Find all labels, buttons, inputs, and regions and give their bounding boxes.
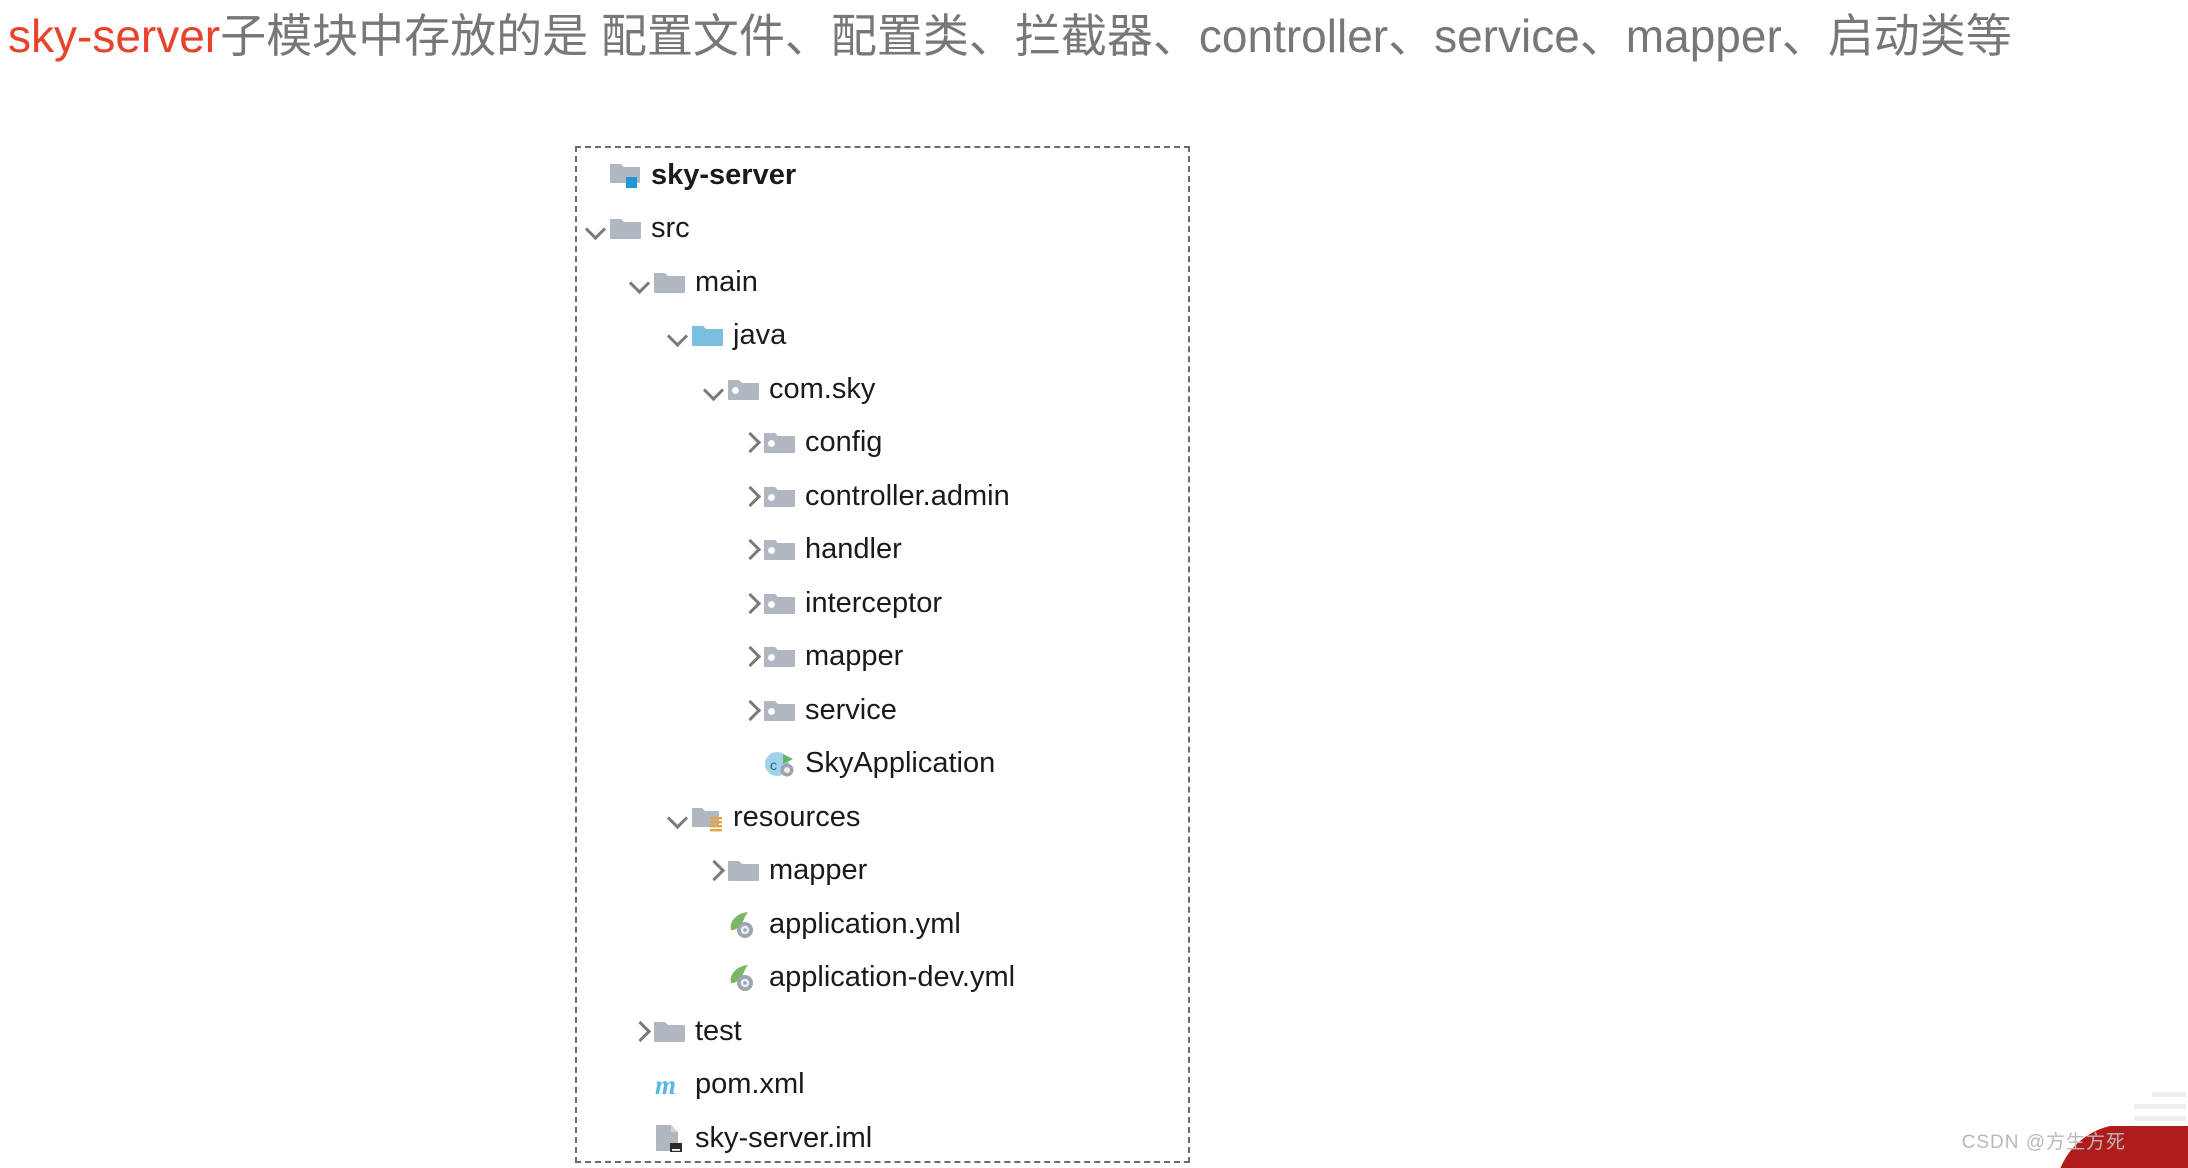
package-icon bbox=[763, 481, 797, 511]
tree-row-label: handler bbox=[805, 533, 902, 566]
no-chevron-spacer bbox=[737, 750, 763, 776]
page-title-highlight: sky-server bbox=[8, 10, 221, 62]
tree-row[interactable]: c SkyApplication bbox=[577, 737, 1188, 791]
tree-row-label: test bbox=[695, 1014, 742, 1047]
resources-folder-icon bbox=[691, 802, 725, 832]
tree-row-label: controller.admin bbox=[805, 479, 1010, 512]
tree-row[interactable]: m pom.xml bbox=[577, 1058, 1188, 1112]
no-chevron-spacer bbox=[701, 911, 727, 937]
page-title-rest: 子模块中存放的是 配置文件、配置类、拦截器、controller、service… bbox=[220, 10, 2012, 62]
module-folder-icon bbox=[609, 160, 643, 190]
iml-file-icon bbox=[653, 1123, 687, 1153]
chevron-down-icon[interactable] bbox=[665, 322, 691, 348]
chevron-right-icon[interactable] bbox=[737, 697, 763, 723]
chevron-right-icon[interactable] bbox=[737, 536, 763, 562]
package-icon bbox=[763, 534, 797, 564]
tree-row-label: application.yml bbox=[769, 907, 961, 940]
tree-row-label: SkyApplication bbox=[805, 747, 996, 780]
tree-row[interactable]: application-dev.yml bbox=[577, 951, 1188, 1005]
tree-row-label: application-dev.yml bbox=[769, 961, 1016, 994]
folder-icon bbox=[609, 213, 643, 243]
chevron-right-icon[interactable] bbox=[737, 590, 763, 616]
spring-yaml-icon bbox=[727, 909, 761, 939]
csdn-watermark: CSDN @方生方死 bbox=[1961, 1132, 2126, 1153]
tree-row-label: com.sky bbox=[769, 372, 876, 405]
chevron-right-icon[interactable] bbox=[701, 857, 727, 883]
tree-row[interactable]: sky-server.iml bbox=[577, 1111, 1188, 1165]
no-chevron-spacer bbox=[583, 162, 609, 188]
tree-row[interactable]: resources bbox=[577, 790, 1188, 844]
tree-row[interactable]: controller.admin bbox=[577, 469, 1188, 523]
tree-row[interactable]: test bbox=[577, 1004, 1188, 1058]
chevron-down-icon[interactable] bbox=[701, 376, 727, 402]
tree-row[interactable]: interceptor bbox=[577, 576, 1188, 630]
tree-row[interactable]: sky-server bbox=[577, 148, 1188, 202]
tree-row-label: sky-server bbox=[651, 158, 797, 191]
tree-row[interactable]: java bbox=[577, 309, 1188, 363]
tree-row[interactable]: config bbox=[577, 416, 1188, 470]
folder-icon bbox=[727, 855, 761, 885]
folder-icon bbox=[653, 1016, 687, 1046]
no-chevron-spacer bbox=[701, 964, 727, 990]
spring-boot-class-icon: c bbox=[763, 748, 797, 778]
tree-row-label: main bbox=[695, 265, 758, 298]
tree-row[interactable]: application.yml bbox=[577, 897, 1188, 951]
tree-row-label: mapper bbox=[769, 854, 868, 887]
chevron-right-icon[interactable] bbox=[737, 429, 763, 455]
chevron-down-icon[interactable] bbox=[627, 269, 653, 295]
tree-row-label: service bbox=[805, 693, 897, 726]
project-tree-panel: sky-server src main java com.sky config contro… bbox=[575, 146, 1190, 1163]
no-chevron-spacer bbox=[627, 1071, 653, 1097]
package-icon bbox=[763, 588, 797, 618]
chevron-down-icon[interactable] bbox=[583, 215, 609, 241]
package-icon bbox=[763, 641, 797, 671]
maven-icon: m bbox=[653, 1069, 687, 1099]
tree-row[interactable]: com.sky bbox=[577, 362, 1188, 416]
tree-row-label: mapper bbox=[805, 640, 904, 673]
chevron-right-icon[interactable] bbox=[737, 483, 763, 509]
chevron-right-icon[interactable] bbox=[627, 1018, 653, 1044]
source-folder-icon bbox=[691, 320, 725, 350]
folder-icon bbox=[653, 267, 687, 297]
tree-row-label: java bbox=[733, 319, 787, 352]
package-icon bbox=[763, 427, 797, 457]
svg-text:c: c bbox=[770, 757, 777, 773]
tree-row-label: src bbox=[651, 212, 690, 245]
tree-row-label: resources bbox=[733, 800, 861, 833]
svg-text:m: m bbox=[655, 1070, 676, 1099]
spring-yaml-icon bbox=[727, 962, 761, 992]
chevron-right-icon[interactable] bbox=[737, 643, 763, 669]
chevron-down-icon[interactable] bbox=[665, 804, 691, 830]
tree-row[interactable]: src bbox=[577, 202, 1188, 256]
tree-row[interactable]: main bbox=[577, 255, 1188, 309]
tree-row[interactable]: service bbox=[577, 683, 1188, 737]
tree-row[interactable]: mapper bbox=[577, 844, 1188, 898]
no-chevron-spacer bbox=[627, 1125, 653, 1151]
page-title: sky-server 子模块中存放的是 配置文件、配置类、拦截器、control… bbox=[8, 2, 2188, 70]
tree-row[interactable]: handler bbox=[577, 523, 1188, 577]
tree-row[interactable]: mapper bbox=[577, 630, 1188, 684]
tree-row-label: config bbox=[805, 426, 883, 459]
package-icon bbox=[763, 695, 797, 725]
tree-row-label: sky-server.iml bbox=[695, 1121, 873, 1154]
tree-row-label: interceptor bbox=[805, 586, 943, 619]
package-icon bbox=[727, 374, 761, 404]
tree-row-label: pom.xml bbox=[695, 1068, 805, 1101]
